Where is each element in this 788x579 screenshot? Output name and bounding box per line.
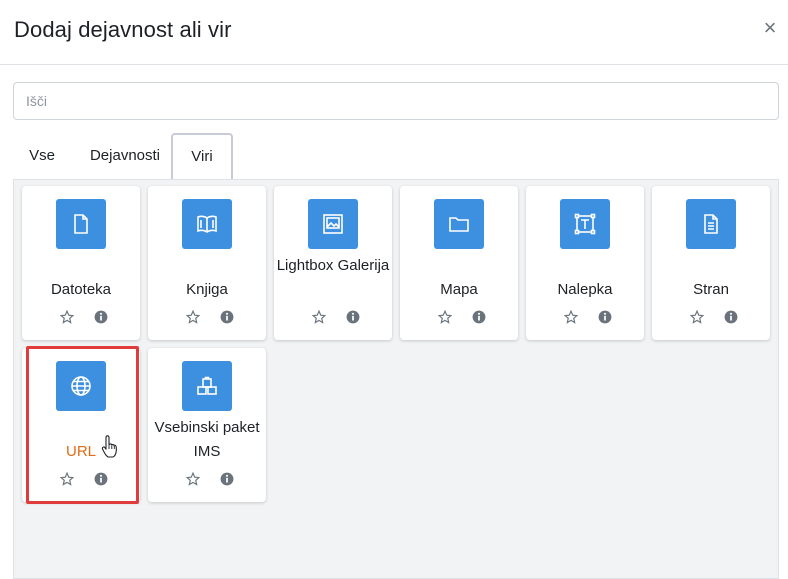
search-input[interactable] (13, 82, 779, 120)
card-lightbox-galerija[interactable]: Lightbox Galerija (274, 186, 392, 340)
star-icon[interactable] (186, 310, 200, 324)
card-vsebinski-paket-ims[interactable]: Vsebinski paket IMS (148, 348, 266, 502)
info-icon[interactable] (346, 310, 360, 324)
card-stran[interactable]: Stran (652, 186, 770, 340)
label-text-icon (560, 199, 610, 249)
card-url[interactable]: URL (22, 348, 140, 502)
card-label: Lightbox Galerija (276, 257, 390, 274)
info-icon[interactable] (220, 472, 234, 486)
info-icon[interactable] (94, 310, 108, 324)
star-icon[interactable] (186, 472, 200, 486)
star-icon[interactable] (690, 310, 704, 324)
star-icon[interactable] (60, 310, 74, 324)
card-label: Mapa (440, 281, 478, 298)
card-label: URL (65, 443, 96, 460)
info-icon[interactable] (472, 310, 486, 324)
star-icon[interactable] (312, 310, 326, 324)
info-icon[interactable] (220, 310, 234, 324)
card-knjiga[interactable]: Knjiga (148, 186, 266, 340)
info-icon[interactable] (598, 310, 612, 324)
file-icon (56, 199, 106, 249)
page-icon (686, 199, 736, 249)
info-icon[interactable] (724, 310, 738, 324)
star-icon[interactable] (564, 310, 578, 324)
dialog-header: Dodaj dejavnost ali vir × (0, 0, 788, 65)
image-gallery-icon (308, 199, 358, 249)
card-label: Vsebinski paket IMS (154, 419, 260, 460)
tab-all[interactable]: Vse (13, 133, 71, 179)
card-nalepka[interactable]: Nalepka (526, 186, 644, 340)
folder-icon (434, 199, 484, 249)
card-mapa[interactable]: Mapa (400, 186, 518, 340)
tab-activities[interactable]: Dejavnosti (75, 133, 175, 179)
card-label: Stran (693, 281, 729, 298)
dialog-title: Dodaj dejavnost ali vir (14, 17, 232, 42)
card-datoteka[interactable]: Datoteka (22, 186, 140, 340)
globe-icon (56, 361, 106, 411)
package-icon (182, 361, 232, 411)
info-icon[interactable] (94, 472, 108, 486)
star-icon[interactable] (438, 310, 452, 324)
star-icon[interactable] (60, 472, 74, 486)
card-label: Datoteka (50, 281, 112, 298)
close-icon[interactable]: × (760, 16, 780, 40)
card-label: Knjiga (186, 281, 228, 298)
book-icon (182, 199, 232, 249)
card-label: Nalepka (557, 281, 613, 298)
tab-resources[interactable]: Viri (171, 133, 233, 181)
